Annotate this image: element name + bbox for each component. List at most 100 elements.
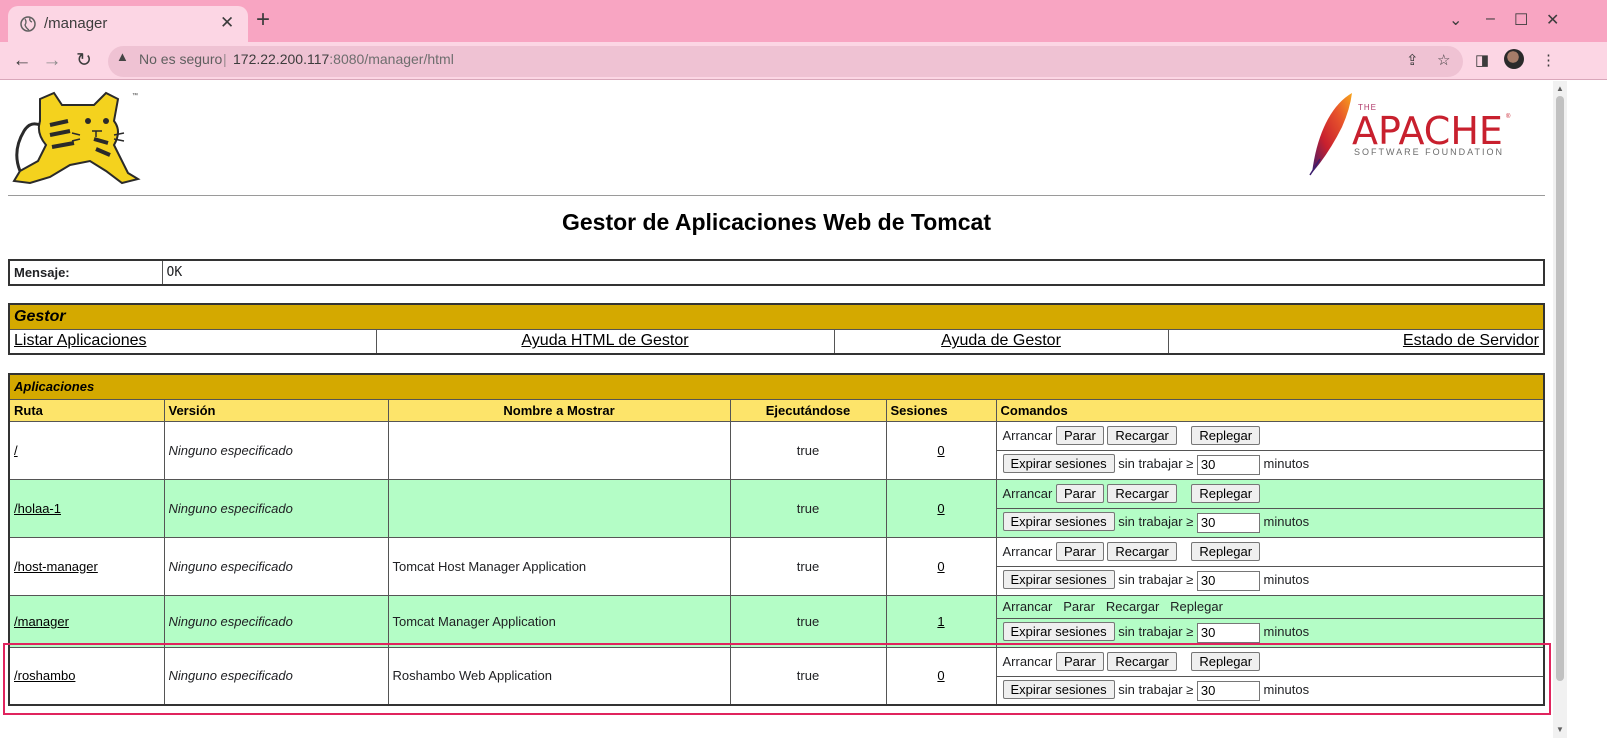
undeploy-button[interactable]: Replegar: [1191, 652, 1261, 671]
column-header-display-name: Nombre a Mostrar: [387, 398, 731, 422]
close-tab-icon[interactable]: ✕: [220, 13, 234, 33]
app-commands-cell: Arrancar Parar Recargar Replegar: [995, 646, 1545, 677]
app-display-name: [387, 420, 731, 480]
scroll-up-arrow-icon[interactable]: ▲: [1556, 84, 1564, 93]
app-sessions-cell: 1: [885, 594, 997, 648]
reload-button[interactable]: Recargar: [1107, 426, 1177, 445]
profile-avatar[interactable]: [1504, 49, 1524, 69]
bookmark-star-icon[interactable]: ☆: [1437, 51, 1450, 69]
message-value: OK: [161, 259, 1545, 286]
tab-title: /manager: [44, 15, 108, 32]
app-path-link[interactable]: /: [14, 443, 18, 458]
minutes-label: minutos: [1263, 514, 1310, 530]
app-path-link[interactable]: /holaa-1: [14, 501, 61, 516]
undeploy-button[interactable]: Replegar: [1191, 426, 1261, 445]
undeploy-button[interactable]: Replegar: [1191, 484, 1261, 503]
new-tab-button[interactable]: +: [256, 8, 270, 32]
app-version: Ninguno especificado: [163, 594, 389, 648]
column-header-sessions: Sesiones: [885, 398, 997, 422]
url-separator: |: [223, 51, 227, 67]
stop-button[interactable]: Parar: [1055, 652, 1104, 671]
app-commands-cell: Arrancar Parar Recargar Replegar: [995, 536, 1545, 567]
tab-search-chevron-icon[interactable]: ⌄: [1449, 10, 1462, 30]
warning-icon[interactable]: ▲: [116, 49, 129, 64]
forward-icon[interactable]: →: [40, 49, 64, 73]
header-divider: [8, 195, 1545, 196]
minutes-label: minutos: [1263, 456, 1310, 472]
stop-button[interactable]: Parar: [1055, 542, 1104, 561]
scrollbar-thumb[interactable]: [1556, 96, 1564, 681]
maximize-icon[interactable]: ☐: [1514, 10, 1528, 30]
reload-button[interactable]: Recargar: [1107, 652, 1177, 671]
close-window-icon[interactable]: ✕: [1546, 10, 1559, 30]
idle-label: sin trabajar ≥: [1118, 624, 1194, 640]
start-label: Arrancar: [1002, 486, 1053, 501]
manager-help-link[interactable]: Ayuda de Gestor: [941, 332, 1061, 349]
expire-sessions-button[interactable]: Expirar sesiones: [1002, 679, 1115, 699]
applications-table: Aplicaciones Ruta Versión Nombre a Mostr…: [8, 373, 1545, 706]
app-path-cell: /manager: [8, 594, 165, 648]
expire-cell: Expirar sesiones sin trabajar ≥ minutos: [995, 565, 1545, 596]
minimize-icon[interactable]: –: [1486, 10, 1495, 28]
app-sessions-link[interactable]: 0: [937, 443, 944, 458]
message-table: Mensaje: OK: [8, 259, 1545, 286]
idle-minutes-input[interactable]: [1196, 512, 1260, 533]
manager-link-cell: Listar Aplicaciones: [8, 328, 377, 355]
tomcat-logo: [12, 91, 141, 185]
app-path-link[interactable]: /manager: [14, 614, 69, 629]
app-sessions-link[interactable]: 0: [937, 559, 944, 574]
apache-subtitle: SOFTWARE FOUNDATION: [1354, 147, 1504, 157]
manager-header: Gestor: [8, 303, 1545, 330]
page-title: Gestor de Aplicaciones Web de Tomcat: [561, 209, 991, 235]
expire-sessions-button[interactable]: Expirar sesiones: [1002, 454, 1115, 474]
app-display-name: [387, 478, 731, 538]
start-label: Arrancar: [1002, 428, 1053, 443]
app-path-cell: /host-manager: [8, 536, 165, 596]
app-path-link[interactable]: /host-manager: [14, 559, 98, 574]
share-icon[interactable]: ⇪: [1406, 51, 1419, 69]
undeploy-button[interactable]: Replegar: [1191, 542, 1261, 561]
html-manager-help-link[interactable]: Ayuda HTML de Gestor: [521, 332, 688, 349]
browser-tab[interactable]: /manager ✕: [8, 6, 248, 42]
idle-minutes-input[interactable]: [1196, 680, 1260, 701]
manager-table: Gestor Listar Aplicaciones Ayuda HTML de…: [8, 303, 1545, 355]
app-commands-cell: Arrancar Parar Recargar Replegar: [995, 420, 1545, 451]
idle-minutes-input[interactable]: [1196, 622, 1260, 643]
url-text[interactable]: 172.22.200.117:8080/manager/html: [233, 51, 454, 67]
stop-button[interactable]: Parar: [1055, 484, 1104, 503]
list-applications-link[interactable]: Listar Aplicaciones: [14, 332, 147, 349]
app-sessions-link[interactable]: 0: [937, 501, 944, 516]
app-running: true: [729, 420, 887, 480]
side-panel-icon[interactable]: ◨: [1475, 51, 1489, 69]
reload-button[interactable]: Recargar: [1107, 542, 1177, 561]
expire-sessions-button[interactable]: Expirar sesiones: [1002, 512, 1115, 532]
app-running: true: [729, 646, 887, 706]
minutes-label: minutos: [1263, 681, 1310, 697]
table-row: /manager Ninguno especificado Tomcat Man…: [8, 594, 1545, 648]
reload-icon[interactable]: ↻: [72, 49, 96, 73]
stop-button[interactable]: Parar: [1055, 426, 1104, 445]
scroll-down-arrow-icon[interactable]: ▼: [1556, 725, 1564, 734]
app-sessions-cell: 0: [885, 478, 997, 538]
menu-icon[interactable]: ⋮: [1541, 51, 1556, 69]
app-sessions-link[interactable]: 1: [937, 614, 944, 629]
table-row: /holaa-1 Ninguno especificado true 0 Arr…: [8, 478, 1545, 538]
idle-minutes-input[interactable]: [1196, 570, 1260, 591]
expire-sessions-button[interactable]: Expirar sesiones: [1002, 570, 1115, 590]
not-secure-label[interactable]: No es seguro: [139, 51, 222, 67]
app-running: true: [729, 478, 887, 538]
undeploy-label: Replegar: [1170, 599, 1223, 614]
app-sessions-link[interactable]: 0: [937, 668, 944, 683]
server-status-link[interactable]: Estado de Servidor: [1403, 332, 1539, 349]
back-icon[interactable]: ←: [10, 49, 34, 73]
idle-minutes-input[interactable]: [1196, 454, 1260, 475]
reload-button[interactable]: Recargar: [1107, 484, 1177, 503]
app-display-name: Roshambo Web Application: [387, 646, 731, 706]
expire-sessions-button[interactable]: Expirar sesiones: [1002, 622, 1115, 642]
idle-label: sin trabajar ≥: [1118, 456, 1194, 472]
tomcat-trademark: ™: [132, 93, 138, 99]
expire-cell: Expirar sesiones sin trabajar ≥ minutos: [995, 507, 1545, 538]
url-path: :8080/manager/html: [329, 51, 454, 67]
app-path-link[interactable]: /roshambo: [14, 668, 75, 683]
idle-label: sin trabajar ≥: [1118, 681, 1194, 697]
